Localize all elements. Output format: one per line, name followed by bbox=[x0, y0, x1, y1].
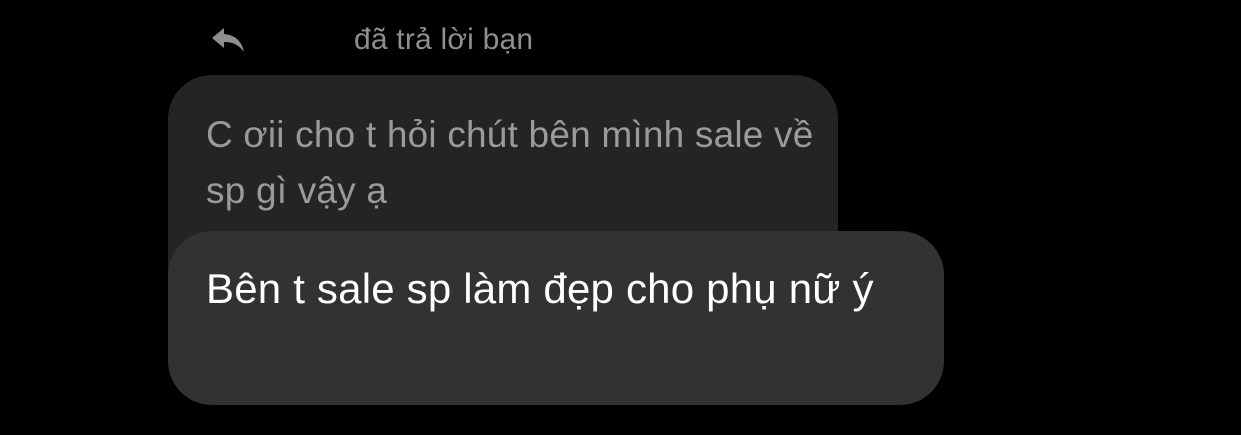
reply-header: đã trả lời bạn bbox=[208, 18, 533, 62]
replied-to-you-label: đã trả lời bạn bbox=[354, 23, 534, 56]
quoted-message-text: C ơii cho t hỏi chút bên mình sale về sp… bbox=[206, 114, 814, 211]
reply-message-text: Bên t sale sp làm đẹp cho phụ nữ ý bbox=[206, 265, 874, 312]
reply-arrow-icon bbox=[208, 25, 248, 55]
reply-message-bubble[interactable]: Bên t sale sp làm đẹp cho phụ nữ ý bbox=[168, 231, 944, 405]
sender-name bbox=[292, 38, 312, 42]
